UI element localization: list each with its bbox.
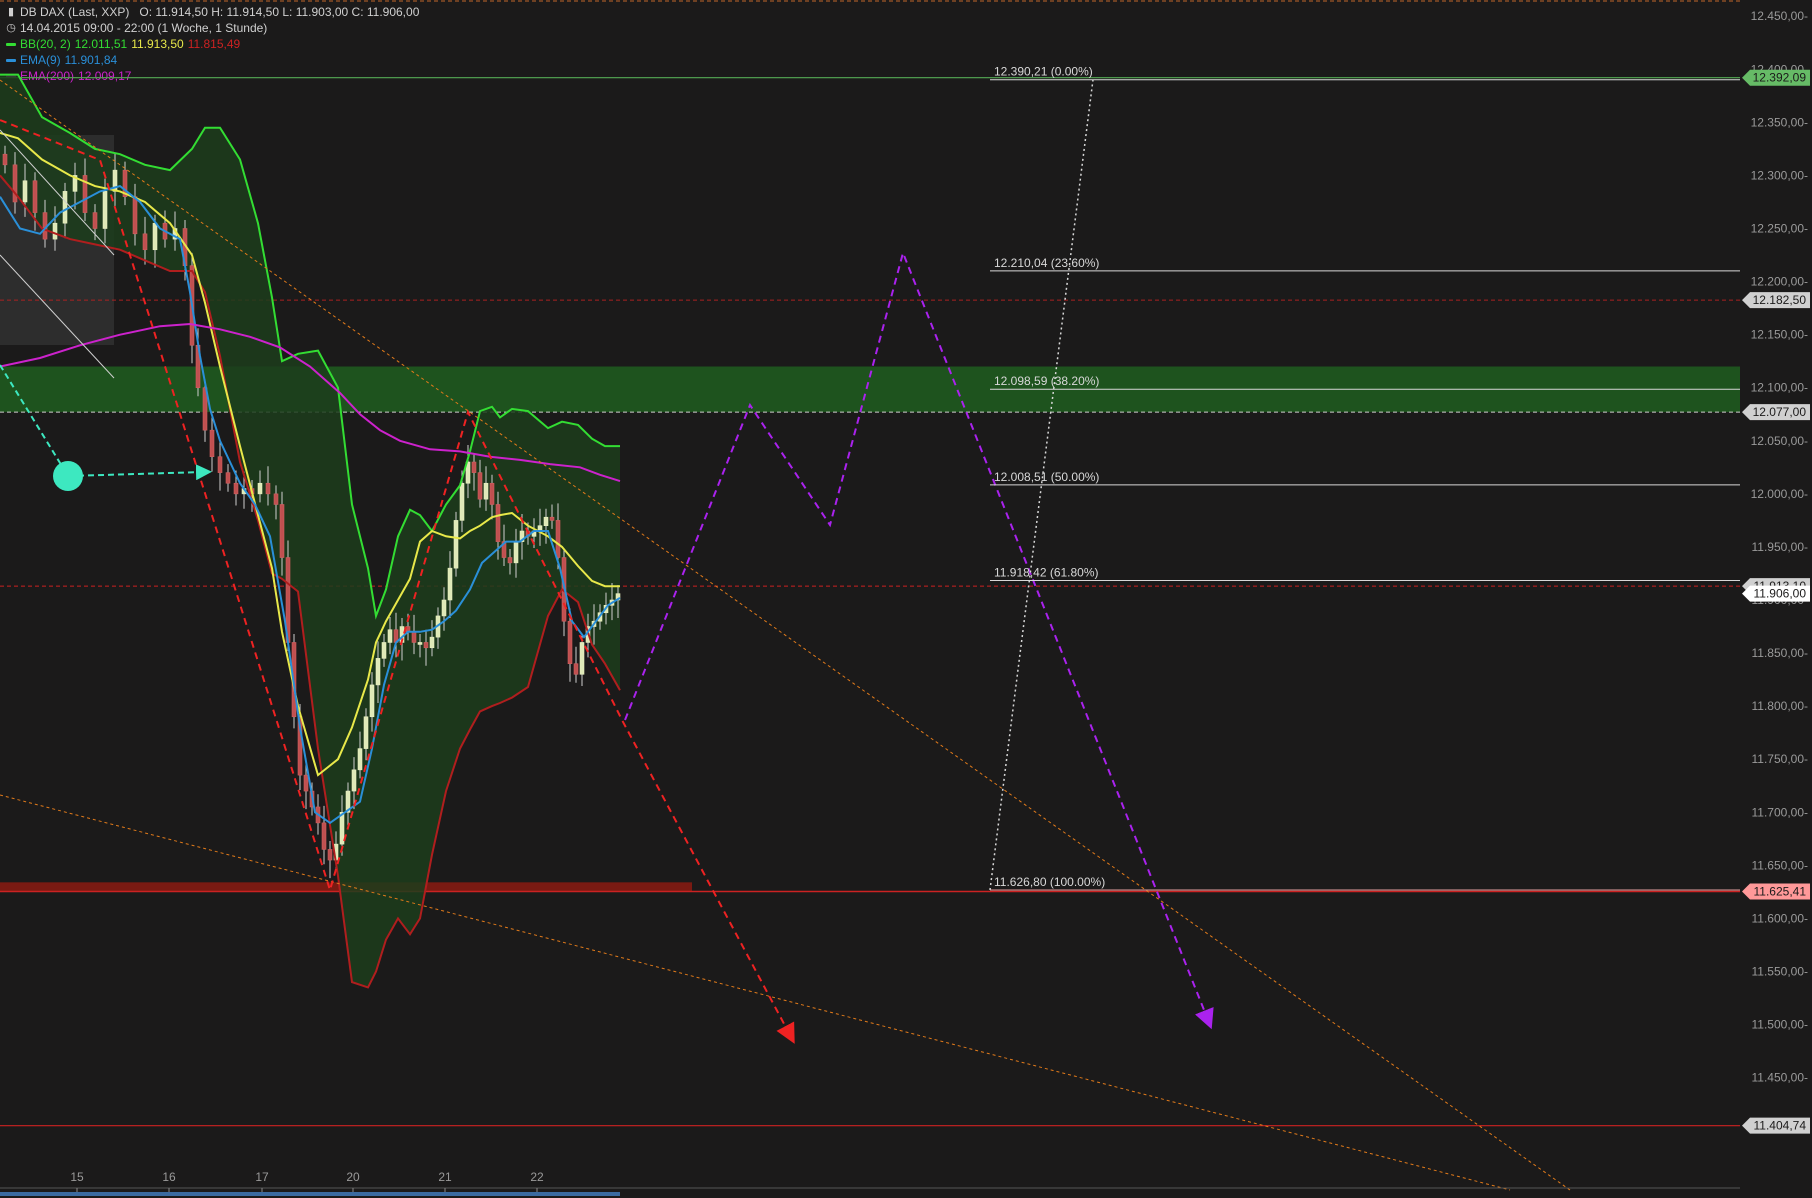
candle: [327, 849, 333, 861]
scrollbar-track: [0, 1192, 620, 1196]
price-badge-label-1: 12.182,50: [1753, 293, 1807, 307]
y-tick-label-10: 11.950,00-: [1752, 540, 1809, 554]
x-tick-label-3: 20: [346, 1170, 360, 1184]
candle: [441, 599, 447, 617]
candle: [52, 222, 58, 240]
candle: [489, 482, 495, 505]
y-tick-label-12: 11.850,00-: [1752, 646, 1809, 660]
candle: [209, 429, 215, 458]
y-tick-label-4: 12.250,00-: [1751, 222, 1808, 236]
candle: [233, 482, 239, 495]
candle: [303, 774, 309, 792]
fib-label-1: 12.210,04 (23.60%): [994, 256, 1099, 270]
y-tick-label-18: 11.550,00-: [1752, 964, 1809, 978]
candle: [217, 456, 223, 473]
candle: [339, 811, 345, 845]
candle: [417, 642, 423, 645]
candle: [369, 684, 375, 718]
y-tick-label-3: 12.300,00-: [1751, 168, 1808, 182]
candle: [32, 180, 38, 213]
y-tick-label-19: 11.500,00-: [1752, 1018, 1809, 1032]
orange-trendline-lower: [0, 794, 1511, 1191]
candle: [423, 642, 429, 649]
y-tick-label-5: 12.200,00-: [1751, 275, 1808, 289]
orange-trendline-upper: [0, 79, 1571, 1191]
candle: [579, 642, 585, 675]
candle: [273, 493, 279, 505]
price-axis: 12.450,00-12.400,00-12.350,00-12.300,00-…: [1740, 0, 1812, 1198]
candle: [567, 620, 573, 664]
candle: [321, 822, 327, 850]
cyan-arrow: [67, 464, 212, 481]
candle: [495, 504, 501, 542]
candle: [351, 769, 357, 792]
candle: [132, 196, 138, 235]
candle: [381, 642, 387, 659]
y-tick-label-20: 11.450,00-: [1752, 1071, 1809, 1085]
candle: [375, 658, 381, 686]
candle: [102, 191, 108, 229]
x-tick-label-5: 22: [530, 1170, 544, 1184]
candle: [387, 629, 393, 643]
candle: [507, 557, 513, 564]
fib-label-3: 12.008,51 (50.00%): [994, 470, 1099, 484]
candle: [265, 482, 271, 495]
y-tick-label-17: 11.600,00-: [1752, 911, 1809, 925]
candle: [152, 222, 158, 251]
candle: [453, 520, 459, 569]
drawings-layer: 12.390,21 (0.00%) 12.210,04 (23.60%) 12.09…: [0, 65, 1740, 1191]
candle: [549, 516, 555, 521]
y-tick-label-14: 11.750,00-: [1752, 752, 1809, 766]
y-tick-label-15: 11.700,00-: [1752, 805, 1809, 819]
y-tick-label-0: 12.450,00-: [1751, 9, 1808, 23]
y-tick-label-9: 12.000,00-: [1751, 487, 1808, 501]
candle: [555, 520, 561, 558]
fib-label-4: 11.918,42 (61.80%): [994, 565, 1099, 579]
y-tick-label-8: 12.050,00-: [1751, 434, 1808, 448]
candle: [543, 516, 549, 527]
candle: [483, 482, 489, 500]
candle: [225, 472, 231, 484]
fib-label-0: 12.390,21 (0.00%): [994, 65, 1093, 79]
x-tick-label-4: 21: [438, 1170, 452, 1184]
fib-label-5: 11.626,80 (100.00%): [994, 875, 1105, 889]
y-tick-label-7: 12.100,00-: [1751, 381, 1808, 395]
candle: [411, 631, 417, 643]
cyan-dot: [53, 461, 83, 491]
candle: [429, 636, 435, 649]
candle: [459, 482, 465, 521]
candle: [142, 233, 148, 251]
y-tick-label-16: 11.650,00-: [1752, 858, 1809, 872]
x-tick-label-1: 16: [162, 1170, 176, 1184]
candle: [22, 180, 28, 203]
candle: [357, 748, 363, 771]
candle: [513, 541, 519, 564]
price-badge-label-0: 12.392,09: [1753, 71, 1807, 85]
y-tick-label-13: 11.800,00-: [1752, 699, 1809, 713]
price-badge-label-5: 11.625,41: [1754, 884, 1807, 898]
candle: [2, 153, 8, 166]
candle: [573, 663, 579, 675]
x-tick-label-2: 17: [255, 1170, 269, 1184]
candle: [471, 461, 477, 473]
price-badge-label-2: 12.077,00: [1753, 405, 1807, 419]
candle: [62, 191, 68, 224]
candle: [447, 567, 453, 601]
time-axis: 15 16 17 20 21 22: [0, 1170, 1740, 1196]
candle: [92, 212, 98, 229]
y-tick-label-6: 12.150,00-: [1751, 328, 1808, 342]
candle: [257, 482, 263, 495]
candle: [363, 716, 369, 749]
candle: [477, 472, 483, 500]
price-chart[interactable]: 12.390,21 (0.00%) 12.210,04 (23.60%) 12.09…: [0, 0, 1812, 1198]
fib-label-2: 12.098,59 (38.20%): [994, 374, 1099, 388]
price-badge-label-4: 11.906,00: [1754, 587, 1807, 601]
price-badge-label-6: 11.404,74: [1754, 1119, 1807, 1133]
candle: [12, 164, 18, 203]
x-tick-label-0: 15: [70, 1170, 84, 1184]
y-tick-label-2: 12.350,00-: [1751, 115, 1808, 129]
candle: [279, 504, 285, 558]
